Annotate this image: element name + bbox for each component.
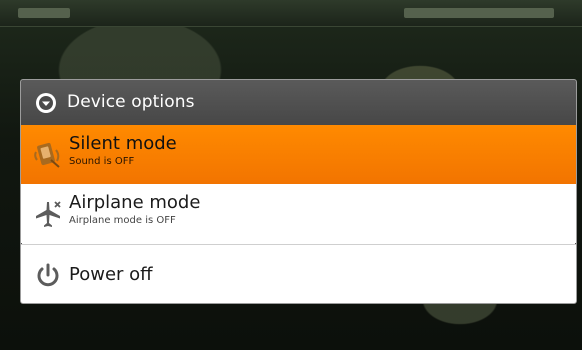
- power-off-option[interactable]: Power off: [21, 245, 576, 303]
- status-bar-icons-right: [404, 8, 554, 18]
- silent-mode-option[interactable]: Silent mode Sound is OFF: [21, 125, 576, 184]
- airplane-mode-option[interactable]: Airplane mode Airplane mode is OFF: [21, 184, 576, 243]
- status-bar-icons-left: [18, 8, 70, 18]
- chevron-down-circle-icon: [35, 92, 57, 114]
- power-off-title: Power off: [69, 264, 153, 285]
- device-options-dialog: Device options Silent mode Sound is OFF: [20, 79, 577, 304]
- device-screen: Device options Silent mode Sound is OFF: [0, 0, 582, 350]
- silent-mode-icon: [33, 140, 63, 170]
- airplane-mode-status: Airplane mode is OFF: [69, 215, 176, 226]
- dialog-title: Device options: [67, 92, 195, 112]
- dialog-header: Device options: [21, 80, 576, 126]
- silent-mode-status: Sound is OFF: [69, 156, 135, 167]
- status-bar: [0, 0, 582, 27]
- airplane-mode-title: Airplane mode: [69, 192, 201, 213]
- silent-mode-title: Silent mode: [69, 133, 177, 154]
- power-icon: [33, 260, 63, 290]
- airplane-icon: [33, 199, 63, 229]
